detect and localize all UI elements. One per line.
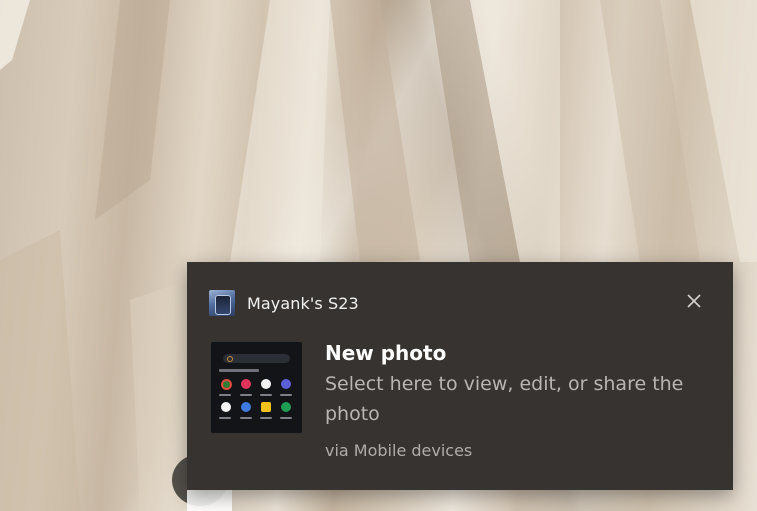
notification-toast[interactable]: Mayank's S23 New photo Select here to vi… — [187, 262, 733, 490]
messages-app-icon — [241, 402, 251, 412]
app-name: Mayank's S23 — [247, 293, 359, 313]
desktop-wallpaper: Mayank's S23 New photo Select here to vi… — [0, 0, 757, 511]
camera-app-icon — [241, 379, 251, 389]
notification-title: New photo — [325, 341, 447, 365]
gmail-app-icon — [261, 379, 271, 389]
clock-app-icon — [281, 379, 291, 389]
close-button[interactable] — [683, 290, 705, 312]
flipkart-app-icon — [261, 402, 271, 412]
phone-app-icon — [209, 290, 235, 316]
close-icon — [687, 294, 701, 308]
phone-screenshot-thumbnail — [211, 342, 302, 433]
phone-app-icon — [281, 402, 291, 412]
google-app-icon — [221, 402, 231, 412]
notification-header: Mayank's S23 — [209, 290, 359, 316]
notification-content[interactable]: New photo Select here to view, edit, or … — [325, 340, 705, 461]
chrome-app-icon — [221, 379, 232, 390]
thumbnail-search-bar — [223, 354, 290, 363]
notification-attribution: via Mobile devices — [325, 441, 473, 460]
notification-body: Select here to view, edit, or share the … — [325, 373, 684, 425]
